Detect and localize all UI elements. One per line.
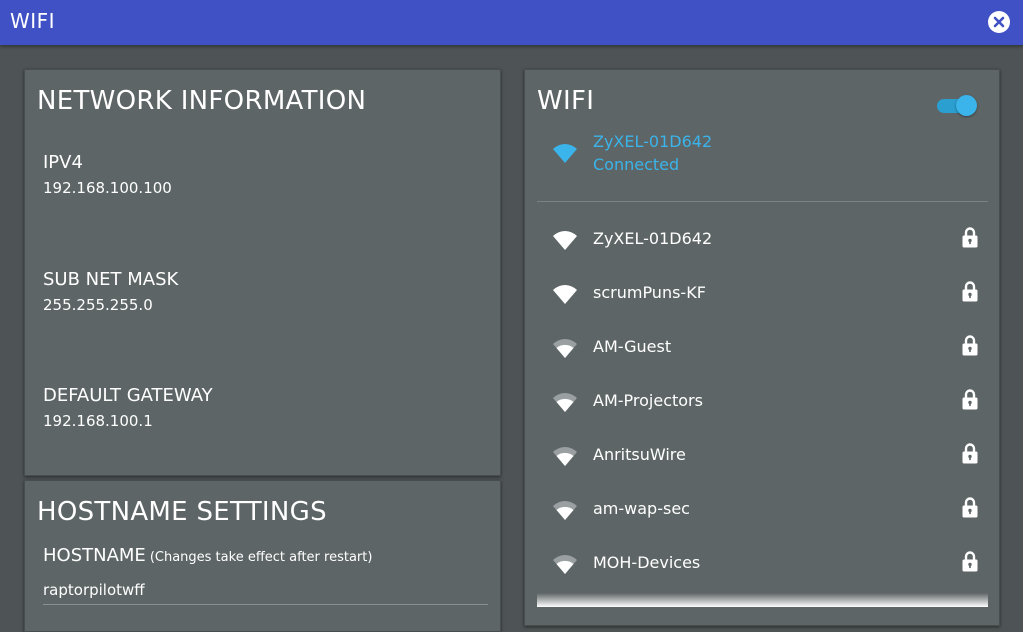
- default-gateway-label: DEFAULT GATEWAY: [43, 385, 213, 406]
- wifi-signal-icon: [553, 501, 577, 520]
- connected-network[interactable]: ZyXEL-01D642 Connected: [537, 132, 977, 180]
- hostname-settings-panel: HOSTNAME SETTINGS HOSTNAME (Changes take …: [24, 480, 501, 632]
- wifi-signal-icon: [553, 555, 577, 574]
- network-name: AnritsuWire: [593, 445, 686, 464]
- network-list-item[interactable]: AnritsuWire: [537, 436, 988, 476]
- lock-icon: [962, 227, 978, 248]
- wifi-heading: WIFI: [537, 86, 595, 116]
- wifi-signal-icon: [553, 393, 577, 412]
- network-name: am-wap-sec: [593, 499, 690, 518]
- network-name: ZyXEL-01D642: [593, 229, 713, 248]
- network-information-panel: NETWORK INFORMATION IPV4 192.168.100.100…: [24, 69, 501, 476]
- close-button[interactable]: [988, 11, 1010, 33]
- title-bar: WIFI: [0, 0, 1023, 45]
- network-list-item[interactable]: AM-Guest: [537, 328, 988, 368]
- hostname-label-text: HOSTNAME: [43, 545, 146, 566]
- lock-icon: [962, 443, 978, 464]
- connected-network-name: ZyXEL-01D642: [593, 132, 713, 151]
- wifi-signal-icon: [553, 231, 577, 250]
- network-list-item[interactable]: am-wap-sec: [537, 490, 988, 530]
- lock-icon: [962, 551, 978, 572]
- network-list-item[interactable]: AM-Projectors: [537, 382, 988, 422]
- network-list-item[interactable]: MOH-Devices: [537, 544, 988, 584]
- network-list-item[interactable]: ZyXEL-01D642: [537, 220, 988, 260]
- subnet-mask-value: 255.255.255.0: [43, 296, 153, 314]
- default-gateway-value: 192.168.100.1: [43, 412, 153, 430]
- wifi-signal-icon: [553, 339, 577, 358]
- hostname-hint: (Changes take effect after restart): [149, 550, 373, 565]
- wifi-signal-icon: [553, 144, 577, 163]
- network-name: scrumPuns-KF: [593, 283, 706, 302]
- hostname-input[interactable]: [43, 576, 488, 605]
- ipv4-value: 192.168.100.100: [43, 179, 172, 197]
- window-title: WIFI: [10, 9, 56, 33]
- list-scroll-fade: [537, 593, 988, 607]
- network-name: MOH-Devices: [593, 553, 701, 572]
- close-icon: [993, 16, 1005, 28]
- network-name: AM-Projectors: [593, 391, 703, 410]
- subnet-mask-label: SUB NET MASK: [43, 269, 179, 290]
- network-information-heading: NETWORK INFORMATION: [37, 86, 367, 116]
- wifi-toggle[interactable]: [937, 94, 977, 116]
- ipv4-label: IPV4: [43, 152, 83, 173]
- network-name: AM-Guest: [593, 337, 672, 356]
- lock-icon: [962, 497, 978, 518]
- divider: [537, 201, 988, 202]
- hostname-settings-heading: HOSTNAME SETTINGS: [37, 497, 327, 527]
- wifi-signal-icon: [553, 285, 577, 304]
- hostname-label: HOSTNAME (Changes take effect after resta…: [43, 545, 372, 566]
- wifi-panel: WIFI ZyXEL-01D642 Connected ZyXEL-01D642…: [524, 69, 1000, 626]
- lock-icon: [962, 281, 978, 302]
- network-list-item[interactable]: scrumPuns-KF: [537, 274, 988, 314]
- lock-icon: [962, 389, 978, 410]
- wifi-toggle-knob: [956, 95, 977, 116]
- wifi-signal-icon: [553, 447, 577, 466]
- lock-icon: [962, 335, 978, 356]
- connected-network-status: Connected: [593, 155, 680, 174]
